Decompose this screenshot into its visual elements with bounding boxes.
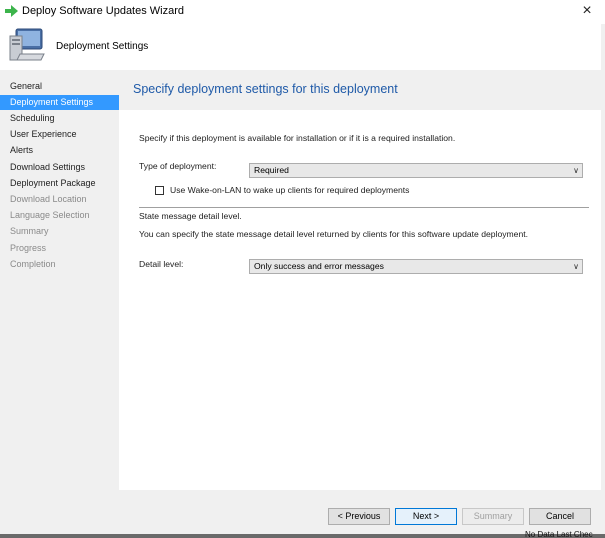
sidebar-item-user-experience[interactable]: User Experience (0, 127, 119, 142)
page-title: Deployment Settings (56, 41, 149, 52)
chevron-down-icon: ∨ (573, 166, 579, 175)
background-status-text: No Data Last Chec (525, 531, 593, 538)
green-arrow-icon (5, 5, 18, 17)
cancel-button[interactable]: Cancel (529, 508, 591, 525)
sidebar-item-deployment-package[interactable]: Deployment Package (0, 176, 119, 191)
chevron-down-icon: ∨ (573, 262, 579, 271)
deployment-type-dropdown[interactable]: Required ∨ (249, 163, 583, 178)
summary-button: Summary (462, 508, 524, 525)
detail-level-dropdown[interactable]: Only success and error messages ∨ (249, 259, 583, 274)
sidebar-item-general[interactable]: General (0, 79, 119, 94)
window-title: Deploy Software Updates Wizard (22, 5, 185, 17)
sidebar-item-scheduling[interactable]: Scheduling (0, 111, 119, 126)
deployment-type-label: Type of deployment: (139, 161, 217, 171)
state-message-description: You can specify the state message detail… (139, 229, 529, 239)
sidebar-item-alerts[interactable]: Alerts (0, 143, 119, 158)
next-button[interactable]: Next > (395, 508, 457, 525)
intro-text: Specify if this deployment is available … (139, 133, 456, 143)
wizard-header: Deployment Settings (0, 24, 605, 70)
sidebar-item-language-selection: Language Selection (10, 210, 90, 220)
wake-on-lan-label: Use Wake-on-LAN to wake up clients for r… (170, 185, 410, 195)
content-heading: Specify deployment settings for this dep… (133, 82, 398, 96)
computer-icon (9, 28, 45, 61)
previous-button[interactable]: < Previous (328, 508, 390, 525)
main-content: Specify deployment settings for this dep… (119, 70, 601, 490)
sidebar-item-summary: Summary (10, 226, 49, 236)
sidebar: General Deployment Settings Scheduling U… (0, 70, 119, 538)
sidebar-item-download-settings[interactable]: Download Settings (0, 160, 119, 175)
wake-on-lan-checkbox[interactable] (155, 186, 164, 195)
detail-level-label: Detail level: (139, 259, 184, 269)
window-right-edge (601, 24, 605, 538)
title-bar: Deploy Software Updates Wizard × (0, 0, 605, 24)
divider (139, 207, 589, 208)
window-bottom-edge (0, 534, 605, 538)
detail-level-value: Only success and error messages (254, 261, 384, 271)
deployment-type-value: Required (254, 165, 289, 175)
sidebar-item-deployment-settings[interactable]: Deployment Settings (0, 95, 119, 110)
state-message-title: State message detail level. (139, 211, 242, 221)
button-bar: < Previous Next > Summary Cancel (119, 490, 601, 534)
sidebar-item-progress: Progress (10, 243, 47, 253)
sidebar-item-download-location: Download Location (10, 194, 87, 204)
content-heading-band: Specify deployment settings for this dep… (119, 70, 601, 110)
close-icon[interactable]: × (579, 0, 595, 22)
sidebar-item-completion: Completion (10, 259, 56, 269)
